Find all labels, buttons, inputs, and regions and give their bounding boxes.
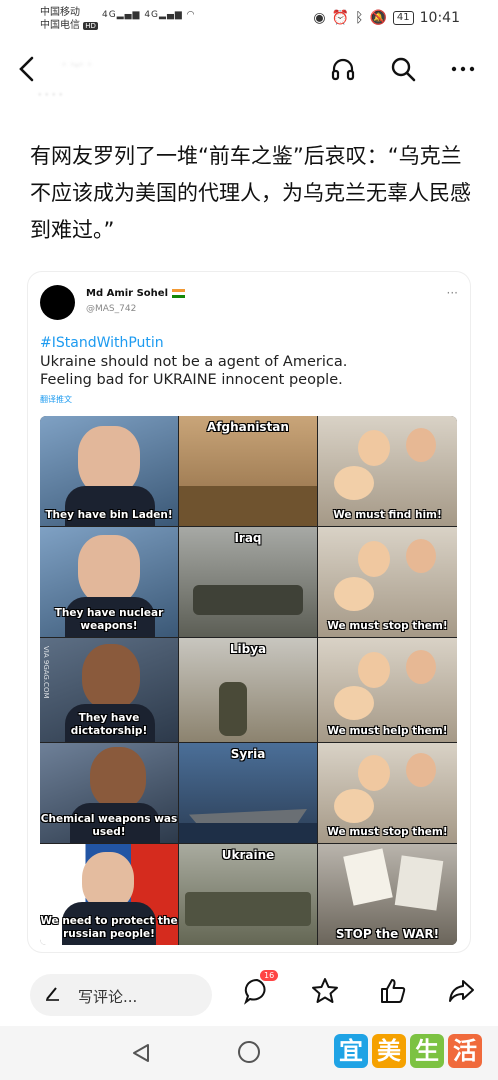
bluetooth-icon: ᛒ — [355, 10, 364, 26]
hashtag-link[interactable]: #IStandWithPutin — [40, 335, 164, 351]
india-flag-icon — [172, 288, 185, 298]
meme-row1-right: We must find him! — [318, 416, 457, 526]
meme-row4-left: Chemical weapons was used! — [40, 743, 178, 843]
signal-2-label: 4G — [144, 10, 160, 20]
carrier-info: 中国移动 中国电信 HD — [40, 6, 98, 33]
back-arrow-icon[interactable] — [14, 54, 40, 84]
headphone-icon[interactable] — [328, 54, 358, 84]
meme-row3-left-caption: They have dictatorship! — [70, 712, 148, 737]
clock: 10:41 — [419, 10, 460, 26]
eye-icon: ◉ — [313, 10, 326, 26]
pen-icon — [44, 984, 62, 1006]
meme-row4-right-caption: We must stop them! — [327, 826, 448, 838]
signal-icons: 4G▂▄▆ 4G▂▄▆ ◠ — [102, 10, 196, 20]
logo-char-1: 宜 — [334, 1034, 368, 1068]
meme-row3-right: We must help them! — [318, 638, 457, 742]
meme-row1-left: They have bin Laden! — [40, 416, 178, 526]
share-icon[interactable] — [446, 976, 476, 1006]
carrier-1: 中国移动 — [40, 7, 80, 18]
comment-icon[interactable]: 16 — [242, 970, 279, 1006]
logo-char-3: 生 — [410, 1034, 444, 1068]
logo-char-4: 活 — [448, 1034, 482, 1068]
tweet-line-2: Feeling bad for UKRAINE innocent people. — [40, 372, 343, 388]
tweet-author-name: Md Amir Sohel — [86, 288, 168, 299]
tweet-image[interactable]: Md Amir Sohel @MAS_742 ··· #IStandWithPu… — [28, 272, 470, 952]
status-right: ◉ ⏰ ᛒ 🔕 41 10:41 — [313, 10, 460, 26]
comment-input[interactable]: 写评论... — [30, 974, 212, 1016]
post-meta-blurred: · · · · — [38, 88, 63, 101]
carrier-2: 中国电信 — [40, 20, 80, 31]
mute-icon: 🔕 — [369, 10, 387, 26]
meme-row5-left: We need to protect the russian people! — [40, 844, 178, 945]
meme-row4-middle: Syria — [179, 743, 317, 843]
author-name-blurred[interactable]: · ·-· · — [62, 58, 92, 73]
top-actions — [328, 54, 478, 84]
tweet-handle: @MAS_742 — [86, 304, 137, 314]
comment-count-badge: 16 — [260, 970, 279, 981]
meme-row3-right-caption: We must help them! — [327, 725, 448, 737]
meme-image: They have bin Laden! Afghanistan We must… — [40, 416, 457, 945]
nav-back-icon[interactable] — [130, 1042, 152, 1068]
watermark: VIA 9GAG.COM — [42, 646, 50, 699]
logo-char-2: 美 — [372, 1034, 406, 1068]
comment-placeholder: 写评论... — [78, 988, 138, 1006]
search-icon[interactable] — [388, 54, 418, 84]
meme-row1-title: Afghanistan — [207, 420, 289, 434]
meme-row5-left-caption: We need to protect the russian people! — [40, 915, 178, 940]
meme-row2-middle: Iraq — [179, 527, 317, 637]
meme-row5-right: STOP the WAR! — [318, 844, 457, 945]
hd-badge: HD — [83, 22, 98, 30]
meme-row5-title: Ukraine — [221, 848, 275, 862]
signal-1-label: 4G — [102, 10, 117, 20]
bottom-action-bar: 写评论... 16 — [0, 968, 498, 1024]
meme-row2-left: They have nuclear weapons! — [40, 527, 178, 637]
nav-home-icon[interactable] — [238, 1041, 260, 1063]
meme-row4-right: We must stop them! — [318, 743, 457, 843]
meme-row2-title: Iraq — [234, 531, 262, 545]
meme-row1-middle: Afghanistan — [179, 416, 317, 526]
battery-icon: 41 — [392, 11, 414, 25]
tweet-more-icon[interactable]: ··· — [447, 286, 458, 300]
meme-row1-left-caption: They have bin Laden! — [45, 509, 173, 521]
meme-row5-right-caption: STOP the WAR! — [335, 927, 440, 941]
more-icon[interactable] — [448, 54, 478, 84]
status-bar: 中国移动 中国电信 HD 4G▂▄▆ 4G▂▄▆ ◠ ◉ ⏰ ᛒ 🔕 41 10… — [0, 0, 498, 38]
meme-row2-left-caption: They have nuclear weapons! — [54, 607, 164, 632]
meme-row3-title: Libya — [229, 642, 267, 656]
translate-link[interactable]: 翻译推文 — [40, 394, 72, 405]
meme-row4-left-caption: Chemical weapons was used! — [40, 813, 178, 838]
meme-row1-right-caption: We must find him! — [333, 509, 442, 521]
meme-row3-middle: Libya — [179, 638, 317, 742]
tweet-author[interactable]: Md Amir Sohel — [86, 288, 185, 299]
post-text: 有网友罗列了一堆“前车之鉴”后哀叹：“乌克兰不应该成为美国的代理人，为乌克兰无辜… — [30, 144, 471, 242]
tweet-line-1: Ukraine should not be a agent of America… — [40, 354, 348, 370]
meme-row5-middle: Ukraine — [179, 844, 317, 945]
avatar[interactable] — [40, 285, 75, 320]
meme-row3-left: VIA 9GAG.COM They have dictatorship! — [40, 638, 178, 742]
meme-row4-title: Syria — [230, 747, 266, 761]
system-nav-bar: 宜 美 生 活 — [0, 1026, 498, 1080]
like-icon[interactable] — [378, 976, 408, 1006]
watermark-logo: 宜 美 生 活 — [334, 1034, 482, 1068]
meme-row2-right-caption: We must stop them! — [327, 620, 448, 632]
meme-row2-right: We must stop them! — [318, 527, 457, 637]
post-actions: 16 — [242, 970, 476, 1006]
top-bar: · ·-· · — [0, 44, 498, 94]
tweet-text: Ukraine should not be a agent of America… — [40, 353, 460, 389]
star-icon[interactable] — [310, 976, 340, 1006]
alarm-icon: ⏰ — [331, 10, 350, 26]
